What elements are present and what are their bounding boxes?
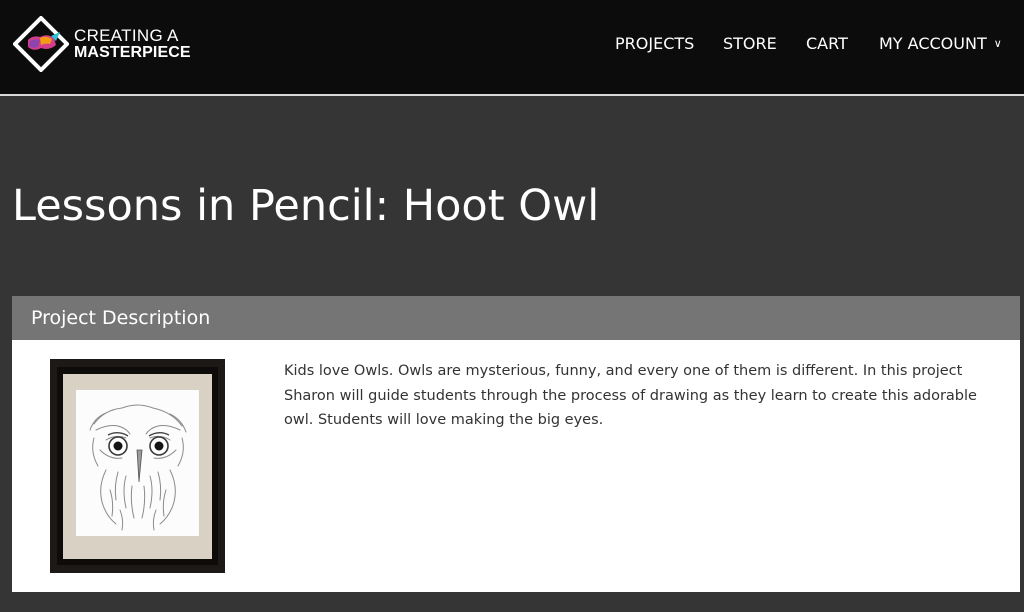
project-image[interactable] — [50, 359, 225, 573]
owl-sketch — [89, 404, 187, 531]
owl-drawing — [76, 390, 199, 536]
section-title: Project Description — [31, 307, 211, 329]
nav-projects[interactable]: PROJECTS — [615, 33, 694, 55]
nav-my-account-label: MY ACCOUNT — [879, 34, 987, 53]
project-description-card: Project Description Kids love Owls. Owls… — [12, 296, 1020, 592]
nav-my-account[interactable]: MY ACCOUNT ∨ — [879, 33, 1002, 55]
project-description: Kids love Owls. Owls are mysterious, fun… — [284, 363, 977, 428]
page-title: Lessons in Pencil: Hoot Owl — [12, 181, 600, 231]
main-nav: PROJECTS STORE CART MY ACCOUNT ∨ — [0, 33, 1024, 55]
section-header: Project Description — [12, 296, 1020, 340]
chevron-down-icon: ∨ — [993, 37, 1002, 50]
nav-store[interactable]: STORE — [723, 33, 777, 55]
site-header: CREATING A MASTERPIECE PROJECTS STORE CA… — [0, 0, 1024, 96]
nav-cart[interactable]: CART — [806, 33, 848, 55]
